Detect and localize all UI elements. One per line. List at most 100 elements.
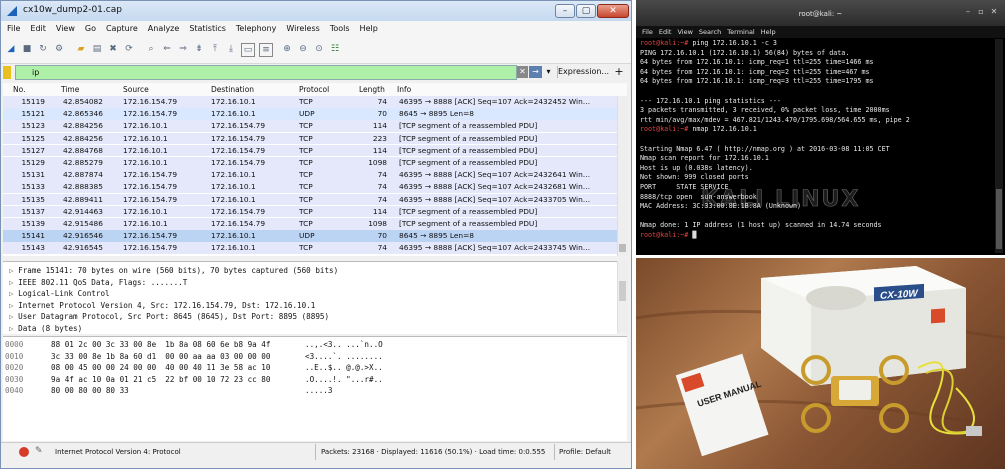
terminal-output[interactable]: root@kali:~# ping 172.16.10.1 -c 3 PING 1…	[638, 39, 998, 253]
menu-edit[interactable]: Edit	[30, 21, 46, 37]
stop-capture-icon[interactable]: ■	[21, 43, 33, 55]
packet-row[interactable]: 15143 42.916545 172.16.154.79 172.16.10.1 TC…	[3, 242, 617, 254]
menu-file[interactable]: File	[7, 21, 20, 37]
reload-file-icon[interactable]: ⟳	[123, 43, 135, 55]
start-capture-icon[interactable]: ◢	[5, 43, 17, 55]
expand-arrow-icon[interactable]: ▷	[9, 289, 18, 298]
bytes-off[interactable]: 0040	[5, 386, 23, 395]
bytes-hex[interactable]: 3c 33 00 8e 1b 8a 60 d1 00 00 aa aa 03 0…	[51, 352, 270, 361]
go-forward-icon[interactable]: ⇒	[177, 43, 189, 55]
bytes-off[interactable]: 0030	[5, 375, 23, 384]
expand-arrow-icon[interactable]: ▷	[9, 301, 18, 310]
maximize-button[interactable]: ▢	[576, 4, 596, 18]
column-no[interactable]: No.	[13, 85, 25, 94]
capture-options-icon[interactable]: ⚙	[53, 43, 65, 55]
detail-tree-item[interactable]: ▷ IEEE 802.11 QoS Data, Flags: .......T	[9, 278, 187, 287]
detail-tree-item[interactable]: ▷ Frame 15141: 70 bytes on wire (560 bit…	[9, 266, 338, 275]
bytes-hex[interactable]: 80 00 80 00 80 33	[51, 386, 129, 395]
expand-arrow-icon[interactable]: ▷	[9, 278, 18, 287]
packet-row[interactable]: 15119 42.854082 172.16.154.79 172.16.10.1 TC…	[3, 96, 617, 108]
column-time[interactable]: Time	[61, 85, 79, 94]
close-button[interactable]: ✕	[597, 4, 629, 18]
open-file-icon[interactable]: ▰	[75, 43, 87, 55]
menu-view[interactable]: View	[56, 21, 75, 37]
packet-row[interactable]: 15135 42.889411 172.16.154.79 172.16.10.1 TC…	[3, 193, 617, 206]
terminal-scrollbar[interactable]	[995, 39, 1003, 253]
bytes-hex[interactable]: 9a 4f ac 10 0a 01 21 c5 22 bf 00 10 72 2…	[51, 375, 270, 384]
edit-comment-icon[interactable]: ✎	[35, 446, 43, 456]
restart-capture-icon[interactable]: ↻	[37, 43, 49, 55]
normal-size-icon[interactable]: ⊙	[313, 43, 325, 55]
filter-history-icon[interactable]: ▾	[544, 66, 553, 78]
bytes-ascii[interactable]: .....3	[305, 386, 332, 395]
detail-tree-item[interactable]: ▷ Internet Protocol Version 4, Src: 172.…	[9, 301, 315, 310]
resize-columns-icon[interactable]: ☷	[329, 43, 341, 55]
bytes-ascii[interactable]: ..E..$.. @.@.>X..	[305, 363, 383, 372]
status-profile[interactable]: Profile: Default	[559, 448, 611, 456]
terminal-menu-view[interactable]: View	[677, 26, 692, 38]
save-file-icon[interactable]: ▤	[91, 43, 103, 55]
packet-row[interactable]: 15127 42.884768 172.16.10.1 172.16.154.79 TC…	[3, 144, 617, 157]
packet-row[interactable]: 15141 42.916546 172.16.154.79 172.16.10.1 UD…	[3, 230, 617, 242]
go-last-packet-icon[interactable]: ⤓	[225, 43, 237, 55]
bytes-hex[interactable]: 08 00 45 00 00 24 00 00 40 00 40 11 3e 5…	[51, 363, 270, 372]
packet-list-scrollbar[interactable]	[617, 96, 628, 256]
menu-telephony[interactable]: Telephony	[236, 21, 276, 37]
packet-row[interactable]: 15139 42.915486 172.16.10.1 172.16.154.79 TC…	[3, 218, 617, 230]
close-file-icon[interactable]: ✖	[107, 43, 119, 55]
bytes-off[interactable]: 0000	[5, 340, 23, 349]
zoom-in-icon[interactable]: ⊕	[281, 43, 293, 55]
terminal-minimize-icon[interactable]: –	[963, 7, 973, 17]
bytes-ascii[interactable]: <3....`. ........	[305, 352, 383, 361]
apply-filter-icon[interactable]: →	[529, 66, 542, 78]
terminal-menu-help[interactable]: Help	[761, 26, 776, 38]
packet-row[interactable]: 15137 42.914463 172.16.10.1 172.16.154.79 TC…	[3, 205, 617, 218]
detail-tree-item[interactable]: ▷ User Datagram Protocol, Src Port: 8645…	[9, 312, 329, 321]
go-to-packet-icon[interactable]: ⇟	[193, 43, 205, 55]
terminal-close-icon[interactable]: ✕	[989, 7, 999, 17]
packet-details-scrollbar[interactable]	[617, 261, 628, 333]
expression-button[interactable]: Expression...	[557, 66, 609, 78]
bytes-off[interactable]: 0010	[5, 352, 23, 361]
zoom-out-icon[interactable]: ⊖	[297, 43, 309, 55]
autoscroll-icon[interactable]: ▭	[241, 43, 255, 57]
display-filter-input[interactable]: ip	[15, 65, 517, 80]
column-protocol[interactable]: Protocol	[299, 85, 329, 94]
menu-tools[interactable]: Tools	[330, 21, 350, 37]
expand-arrow-icon[interactable]: ▷	[9, 324, 18, 333]
packet-row[interactable]: 15125 42.884256 172.16.10.1 172.16.154.79 TC…	[3, 132, 617, 145]
terminal-menu-search[interactable]: Search	[699, 26, 721, 38]
bytes-hex[interactable]: 88 01 2c 00 3c 33 00 8e 1b 8a 08 60 6e b…	[51, 340, 270, 349]
bookmark-icon[interactable]	[3, 66, 11, 79]
add-filter-button[interactable]: +	[613, 66, 625, 78]
column-length[interactable]: Length	[359, 85, 385, 94]
bytes-off[interactable]: 0020	[5, 363, 23, 372]
packet-row[interactable]: 15133 42.888385 172.16.154.79 172.16.10.1 TC…	[3, 181, 617, 193]
menu-help[interactable]: Help	[360, 21, 378, 37]
packet-row[interactable]: 15129 42.885279 172.16.10.1 172.16.154.79 TC…	[3, 157, 617, 169]
expert-info-icon[interactable]	[19, 447, 29, 457]
terminal-maximize-icon[interactable]: ▫	[976, 7, 986, 17]
menu-statistics[interactable]: Statistics	[189, 21, 226, 37]
column-source[interactable]: Source	[123, 85, 149, 94]
minimize-button[interactable]: –	[555, 4, 575, 18]
expand-arrow-icon[interactable]: ▷	[9, 266, 18, 275]
bytes-ascii[interactable]: .O....!. "...r#..	[305, 375, 383, 384]
terminal-menu-edit[interactable]: Edit	[659, 26, 672, 38]
bytes-ascii[interactable]: ..,.<3.. ...`n..O	[305, 340, 383, 349]
go-back-icon[interactable]: ⇐	[161, 43, 173, 55]
menu-analyze[interactable]: Analyze	[148, 21, 180, 37]
detail-tree-item[interactable]: ▷ Logical-Link Control	[9, 289, 110, 298]
go-first-packet-icon[interactable]: ⤒	[209, 43, 221, 55]
expand-arrow-icon[interactable]: ▷	[9, 312, 18, 321]
find-packet-icon[interactable]: ⌕	[145, 43, 157, 55]
terminal-menu-terminal[interactable]: Terminal	[727, 26, 754, 38]
column-info[interactable]: Info	[397, 85, 411, 94]
colorize-icon[interactable]: ≡	[259, 43, 273, 57]
terminal-menu-file[interactable]: File	[642, 26, 653, 38]
clear-filter-icon[interactable]: ✕	[517, 66, 528, 78]
detail-tree-item[interactable]: ▷ Data (8 bytes)	[9, 324, 82, 333]
packet-row[interactable]: 15123 42.884256 172.16.10.1 172.16.154.79 TC…	[3, 120, 617, 132]
packet-row[interactable]: 15131 42.887874 172.16.154.79 172.16.10.1 TC…	[3, 169, 617, 181]
packet-row[interactable]: 15121 42.865346 172.16.154.79 172.16.10.1 UD…	[3, 108, 617, 120]
